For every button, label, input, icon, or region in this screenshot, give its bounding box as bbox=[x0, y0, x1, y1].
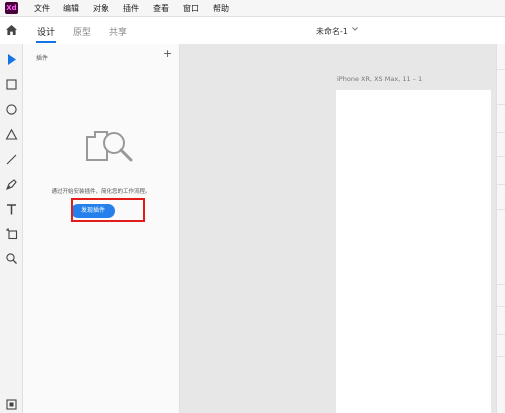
polygon-icon[interactable] bbox=[5, 128, 18, 141]
inspector-divider bbox=[497, 306, 505, 307]
select-icon[interactable] bbox=[5, 53, 18, 66]
inspector-divider bbox=[497, 334, 505, 335]
menu-help[interactable]: 帮助 bbox=[213, 3, 229, 14]
inspector-divider bbox=[497, 209, 505, 210]
pen-icon[interactable] bbox=[5, 178, 18, 191]
active-tab-indicator bbox=[36, 41, 56, 43]
menu-object[interactable]: 对象 bbox=[93, 3, 109, 14]
plugin-illustration-icon bbox=[86, 131, 133, 162]
tab-design[interactable]: 设计 bbox=[37, 25, 55, 38]
artboard-icon[interactable] bbox=[5, 227, 18, 240]
menu-file[interactable]: 文件 bbox=[34, 3, 50, 14]
ellipse-icon[interactable] bbox=[5, 103, 18, 116]
text-icon[interactable] bbox=[5, 203, 18, 216]
document-title[interactable]: 未命名-1 bbox=[316, 26, 348, 37]
menu-edit[interactable]: 编辑 bbox=[63, 3, 79, 14]
highlight-box bbox=[71, 198, 145, 222]
inspector-divider bbox=[497, 104, 505, 105]
rectangle-icon[interactable] bbox=[5, 78, 18, 91]
plugins-info-text: 通过开始安装插件，简化您的工作流程。 bbox=[51, 189, 151, 195]
inspector-divider bbox=[497, 356, 505, 357]
add-plugin-button[interactable]: + bbox=[163, 47, 172, 60]
canvas-area[interactable]: iPhone XR, XS Max, 11 – 1 bbox=[180, 44, 496, 413]
layers-icon[interactable] bbox=[5, 398, 18, 411]
menu-bar: Xd 文件 编辑 对象 插件 查看 窗口 帮助 bbox=[0, 0, 505, 17]
menu-window[interactable]: 窗口 bbox=[183, 3, 199, 14]
home-icon[interactable] bbox=[6, 25, 17, 35]
menu-view[interactable]: 查看 bbox=[153, 3, 169, 14]
inspector-divider bbox=[497, 69, 505, 70]
plugins-panel: 插件 + 通过开始安装插件，简化您的工作流程。 发现插件 bbox=[23, 44, 180, 413]
artboard[interactable] bbox=[336, 90, 491, 413]
mode-tab-bar: 设计 原型 共享 未命名-1 bbox=[0, 17, 505, 45]
property-inspector bbox=[496, 44, 505, 413]
zoom-icon[interactable] bbox=[5, 252, 18, 265]
inspector-divider bbox=[497, 184, 505, 185]
inspector-divider bbox=[497, 132, 505, 133]
tab-share[interactable]: 共享 bbox=[109, 25, 127, 38]
app-logo: Xd bbox=[5, 2, 18, 14]
tab-prototype[interactable]: 原型 bbox=[73, 25, 91, 38]
panel-title: 插件 bbox=[36, 55, 49, 62]
inspector-divider bbox=[497, 284, 505, 285]
artboard-label[interactable]: iPhone XR, XS Max, 11 – 1 bbox=[337, 75, 422, 83]
tool-bar bbox=[0, 44, 23, 413]
line-icon[interactable] bbox=[5, 153, 18, 166]
chevron-down-icon[interactable] bbox=[352, 27, 358, 31]
inspector-divider bbox=[497, 156, 505, 157]
menu-plugins[interactable]: 插件 bbox=[123, 3, 139, 14]
